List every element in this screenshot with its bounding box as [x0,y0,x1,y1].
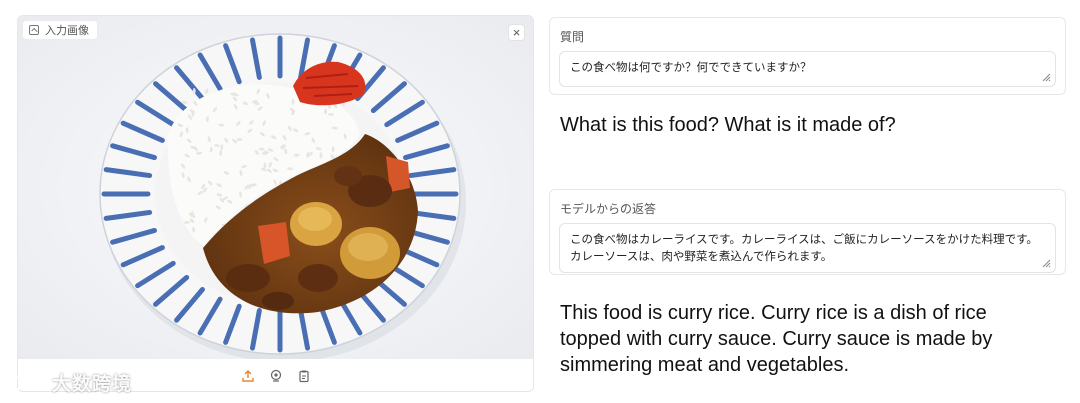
answer-field-card: モデルからの返答 この食べ物はカレーライスです。カレーライスは、ご飯にカレーソー… [549,189,1066,275]
answer-label: モデルからの返答 [560,202,657,216]
question-translation: What is this food? What is it made of? [560,114,896,136]
watermark: 大数跨境 [10,369,132,396]
input-image[interactable]: 入力画像 × [18,16,533,359]
question-textarea[interactable]: この食べ物は何ですか？何でできていますか？ [559,51,1056,87]
question-field-card: 質問 この食べ物は何ですか？何でできていますか？ [549,17,1066,95]
resize-handle-icon[interactable] [1041,72,1051,82]
answer-text: この食べ物はカレーライスです。カレーライスは、ご飯にカレーソースをかけた料理です… [570,234,1038,263]
image-input-panel: 入力画像 × [17,15,534,392]
watermark-text: 大数跨境 [52,374,133,395]
resize-handle-icon[interactable] [1041,258,1051,268]
webcam-icon[interactable] [267,367,285,385]
clear-image-button[interactable]: × [508,24,525,41]
image-panel-label-text: 入力画像 [45,25,89,37]
image-icon [29,25,39,35]
curry-rice-photo [18,16,533,359]
answer-textarea[interactable]: この食べ物はカレーライスです。カレーライスは、ご飯にカレーソースをかけた料理です… [559,223,1056,273]
clipboard-icon[interactable] [295,367,313,385]
upload-icon[interactable] [239,367,257,385]
answer-translation: This food is curry rice. Curry rice is a… [560,302,993,376]
question-label: 質問 [560,30,585,44]
image-panel-label: 入力画像 [22,20,98,40]
question-text: この食べ物は何ですか？何でできていますか？ [570,62,812,74]
watermark-logo-icon [11,374,46,390]
